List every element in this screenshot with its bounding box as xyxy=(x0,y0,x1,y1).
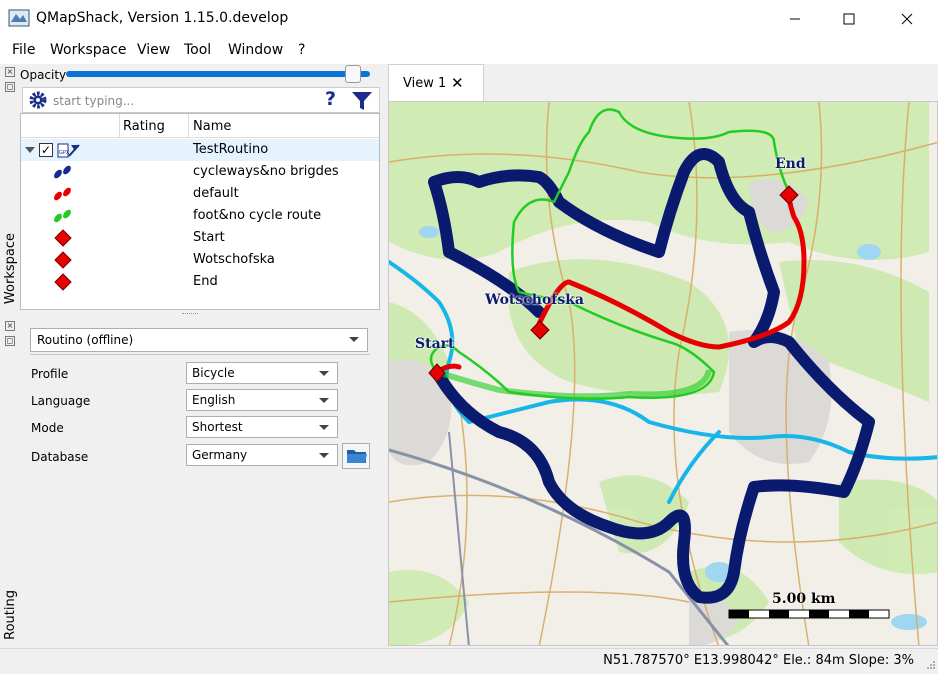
item-label: Wotschofska xyxy=(193,252,275,267)
list-item[interactable]: foot&no cycle route xyxy=(21,205,379,227)
help-icon[interactable]: ? xyxy=(325,88,336,110)
menu-view[interactable]: View xyxy=(137,42,170,58)
routing-dock-title: Routing xyxy=(3,590,18,640)
dark-blue-track-icon xyxy=(51,164,75,184)
search-input[interactable] xyxy=(53,92,313,110)
tab-view-1[interactable]: View 1 ✕ xyxy=(388,64,484,102)
app-map-icon xyxy=(8,8,30,28)
router-select[interactable]: Routino (offline) xyxy=(30,328,368,352)
title-bar: QMapShack, Version 1.15.0.develop xyxy=(0,0,938,38)
routing-dock-float-icon[interactable]: ◻ xyxy=(5,336,15,346)
folder-icon xyxy=(346,447,368,469)
menu-window[interactable]: Window xyxy=(228,42,283,58)
red-diamond-waypoint-icon xyxy=(53,251,73,273)
list-item[interactable]: Start xyxy=(21,227,379,249)
expand-arrow-icon[interactable] xyxy=(25,147,35,153)
waypoint-label-wotschofska: Wotschofska xyxy=(485,292,584,308)
red-track-icon xyxy=(51,186,75,206)
gpx-project-icon: GPX xyxy=(57,141,81,163)
waypoint-label-end: End xyxy=(775,156,806,172)
green-track-icon xyxy=(51,208,75,228)
item-label: cycleways&no brigdes xyxy=(193,164,339,179)
profile-label: Profile xyxy=(31,367,69,381)
opacity-slider-handle[interactable] xyxy=(345,65,361,83)
workspace-tree: Rating Name ✓ GPX TestRoutino cycleways&… xyxy=(20,113,380,310)
status-bar: N51.787570° E13.998042° Ele.: 84m Slope:… xyxy=(0,648,938,672)
workspace-dock-title: Workspace xyxy=(3,233,18,305)
project-checkbox[interactable]: ✓ xyxy=(39,143,53,157)
project-name: TestRoutino xyxy=(193,142,269,157)
language-value: English xyxy=(192,393,236,407)
opacity-slider-track[interactable] xyxy=(66,71,370,77)
menu-file[interactable]: File xyxy=(12,42,35,58)
chevron-down-icon xyxy=(319,453,329,458)
list-item[interactable]: cycleways&no brigdes xyxy=(21,161,379,183)
chevron-down-icon xyxy=(319,398,329,403)
menu-workspace[interactable]: Workspace xyxy=(50,42,127,58)
routing-dock-close-icon[interactable]: × xyxy=(5,321,15,331)
menu-tool[interactable]: Tool xyxy=(184,42,211,58)
item-label: End xyxy=(193,274,218,289)
waypoint-label-start: Start xyxy=(415,336,455,352)
list-item[interactable]: default xyxy=(21,183,379,205)
database-label: Database xyxy=(31,450,89,464)
red-diamond-waypoint-icon xyxy=(53,229,73,251)
divider xyxy=(30,354,370,355)
svg-text:GPX: GPX xyxy=(59,150,70,156)
mode-value: Shortest xyxy=(192,420,243,434)
database-value: Germany xyxy=(192,448,248,462)
language-label: Language xyxy=(31,394,91,408)
language-select[interactable]: English xyxy=(186,389,338,411)
chevron-down-icon xyxy=(349,337,359,342)
resize-grip-icon[interactable] xyxy=(926,659,936,669)
window-title: QMapShack, Version 1.15.0.develop xyxy=(36,10,289,26)
search-box: ? xyxy=(22,87,380,113)
minimize-button[interactable] xyxy=(772,0,818,38)
item-label: Start xyxy=(193,230,225,245)
map-canvas[interactable]: Start Wotschofska End 5.00 km xyxy=(388,101,938,646)
database-select[interactable]: Germany xyxy=(186,444,338,466)
database-folder-button[interactable] xyxy=(342,443,370,469)
item-label: default xyxy=(193,186,239,201)
menu-bar: File Workspace View Tool Window ? xyxy=(0,38,938,64)
chevron-down-icon xyxy=(319,425,329,430)
tab-close-icon[interactable]: ✕ xyxy=(451,74,464,92)
menu-help[interactable]: ? xyxy=(298,42,305,58)
opacity-label: Opacity xyxy=(20,68,67,82)
column-name[interactable]: Name xyxy=(193,119,231,134)
router-select-value: Routino (offline) xyxy=(37,333,134,347)
chevron-down-icon xyxy=(319,371,329,376)
dock-float-icon[interactable]: ◻ xyxy=(5,82,15,92)
close-window-button[interactable] xyxy=(884,0,930,38)
filter-icon[interactable] xyxy=(351,91,373,115)
profile-value: Bicycle xyxy=(192,366,235,380)
column-rating[interactable]: Rating xyxy=(123,119,165,134)
list-item[interactable]: Wotschofska xyxy=(21,249,379,271)
tab-label: View 1 xyxy=(403,76,447,91)
mode-select[interactable]: Shortest xyxy=(186,416,338,438)
maximize-button[interactable] xyxy=(826,0,872,38)
mode-label: Mode xyxy=(31,421,64,435)
dock-splitter[interactable] xyxy=(20,311,380,317)
project-row[interactable]: ✓ GPX TestRoutino xyxy=(21,139,379,161)
list-item[interactable]: End xyxy=(21,271,379,293)
gear-icon[interactable] xyxy=(28,90,48,114)
scale-label: 5.00 km xyxy=(772,591,836,607)
tree-header: Rating Name xyxy=(21,114,379,138)
red-diamond-waypoint-icon xyxy=(53,273,73,295)
status-coordinates: N51.787570° E13.998042° Ele.: 84m Slope:… xyxy=(603,653,914,668)
dock-close-icon[interactable]: × xyxy=(5,67,15,77)
item-label: foot&no cycle route xyxy=(193,208,322,223)
profile-select[interactable]: Bicycle xyxy=(186,362,338,384)
